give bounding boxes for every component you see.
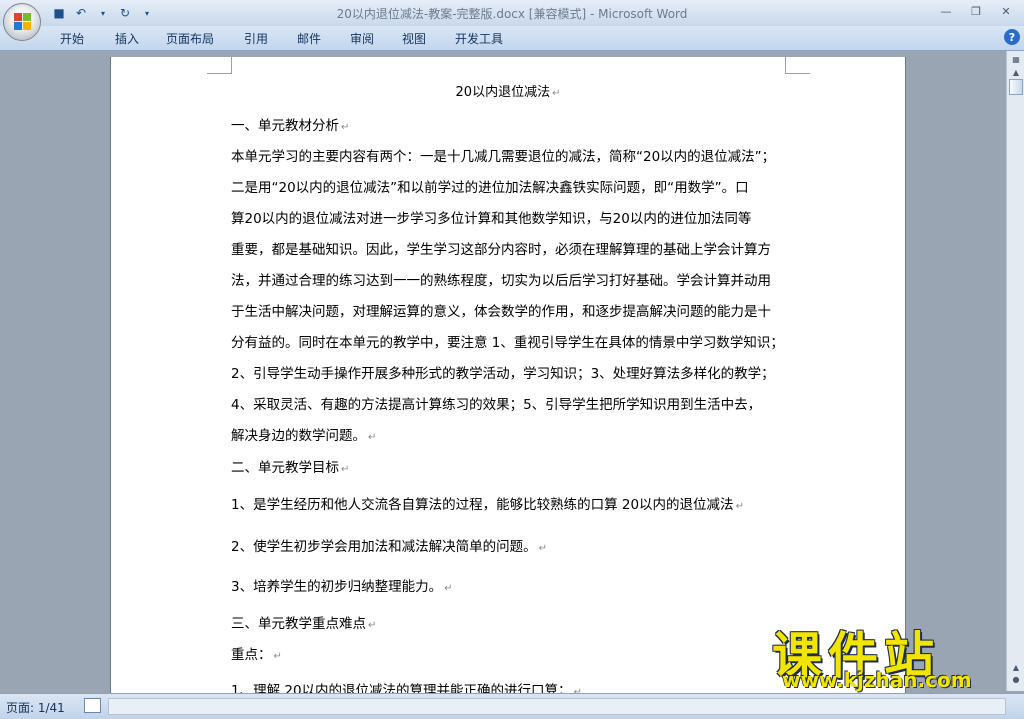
list-item: 3、培养学生的初步归纳整理能力。 ↵ (231, 579, 453, 595)
restore-icon[interactable]: ❐ (964, 2, 988, 20)
document-title: 20以内退位减法 ↵ (455, 85, 561, 100)
paragraph-line: 4、采取灵活、有趣的方法提高计算练习的效果；5、引导学生把所学知识用到生活中去， (231, 397, 762, 413)
crop-mark-left (207, 57, 232, 74)
tab-home[interactable]: 开始 (60, 30, 84, 47)
minimize-icon[interactable]: — (934, 2, 958, 20)
help-icon[interactable]: ? (1004, 29, 1020, 45)
section-heading: 三、单元教学重点难点 ↵ (231, 616, 377, 632)
tab-view[interactable]: 视图 (402, 30, 426, 47)
watermark: 课件站 www.kjzhan.com (772, 616, 1012, 692)
page-count[interactable]: 页面: 1/41 (6, 699, 65, 716)
tab-references[interactable]: 引用 (244, 30, 268, 47)
tab-developer[interactable]: 开发工具 (455, 30, 503, 47)
paragraph-line: 重要，都是基础知识。因此，学生学习这部分内容时，必须在理解算理的基础上学会计算方 (231, 242, 771, 258)
close-icon[interactable]: ✕ (994, 2, 1018, 20)
paragraph-line: 本单元学习的主要内容有两个：一是十几减几需要退位的减法，简称“20以内的退位减法… (231, 149, 776, 165)
paragraph-line: 2、引导学生动手操作开展多种形式的教学活动，学习知识；3、处理好算法多样化的教学… (231, 366, 775, 382)
proofing-icon[interactable] (84, 698, 101, 713)
paragraph-line: 分有益的。同时在本单元的教学中，要注意 1、重视引导学生在具体的情景中学习数学知… (231, 335, 784, 351)
ribbon-tabs: 开始 插入 页面布局 引用 邮件 审阅 视图 开发工具 ? (0, 26, 1024, 51)
paragraph-line: 解决身边的数学问题。 ↵ (231, 428, 377, 444)
section-heading: 一、单元教材分析 ↵ (231, 118, 350, 134)
horizontal-scrollbar[interactable] (108, 698, 1006, 715)
tab-review[interactable]: 审阅 (350, 30, 374, 47)
tab-page-layout[interactable]: 页面布局 (166, 30, 214, 47)
section-heading: 二、单元教学目标 ↵ (231, 460, 350, 476)
paragraph-line: 法，并通过合理的练习达到一一的熟练程度，切实为以后后学习打好基础。学会计算并动用 (231, 273, 771, 289)
scroll-thumb[interactable] (1009, 79, 1023, 95)
office-button[interactable] (3, 3, 41, 41)
tab-mailings[interactable]: 邮件 (297, 30, 321, 47)
crop-mark-right (785, 57, 810, 74)
window-controls: — ❐ ✕ (934, 2, 1018, 20)
ruler-toggle-icon[interactable]: ▦ (1009, 53, 1023, 65)
window-title: 20以内退位减法-教案-完整版.docx [兼容模式] - Microsoft … (336, 7, 688, 21)
vertical-scrollbar[interactable]: ▦ ▲ ▲ ● (1006, 51, 1024, 691)
paragraph-line: 于生活中解决问题，对理解运算的意义，体会数学的作用，和逐步提高解决问题的能力是十 (231, 304, 771, 320)
tab-insert[interactable]: 插入 (115, 30, 139, 47)
office-logo-icon (14, 13, 31, 30)
list-item: 2、使学生初步学会用加法和减法解决简单的问题。 ↵ (231, 539, 547, 555)
paragraph-line: 算20以内的退位减法对进一步学习多位计算和其他数学知识，与20以内的进位加法同等 (231, 211, 752, 227)
paragraph-line: 重点： ↵ (231, 647, 282, 663)
title-bar: ■ ↶ ▾ ↻ ▾ 20以内退位减法-教案-完整版.docx [兼容模式] - … (0, 0, 1024, 26)
watermark-url: www.kjzhan.com (782, 668, 972, 692)
document-page[interactable]: 20以内退位减法 ↵ 一、单元教材分析 ↵ 本单元学习的主要内容有两个：一是十几减几… (110, 57, 906, 697)
paragraph-line: 二是用“20以内的退位减法”和以前学过的进位加法解决鑫铁实际问题，即“用数学”。… (231, 180, 749, 196)
status-bar: 页面: 1/41 (0, 693, 1024, 719)
list-item: 1、是学生经历和他人交流各自算法的过程，能够比较熟练的口算 20以内的退位减法 ↵ (231, 497, 744, 513)
scroll-up-icon[interactable]: ▲ (1009, 66, 1023, 78)
